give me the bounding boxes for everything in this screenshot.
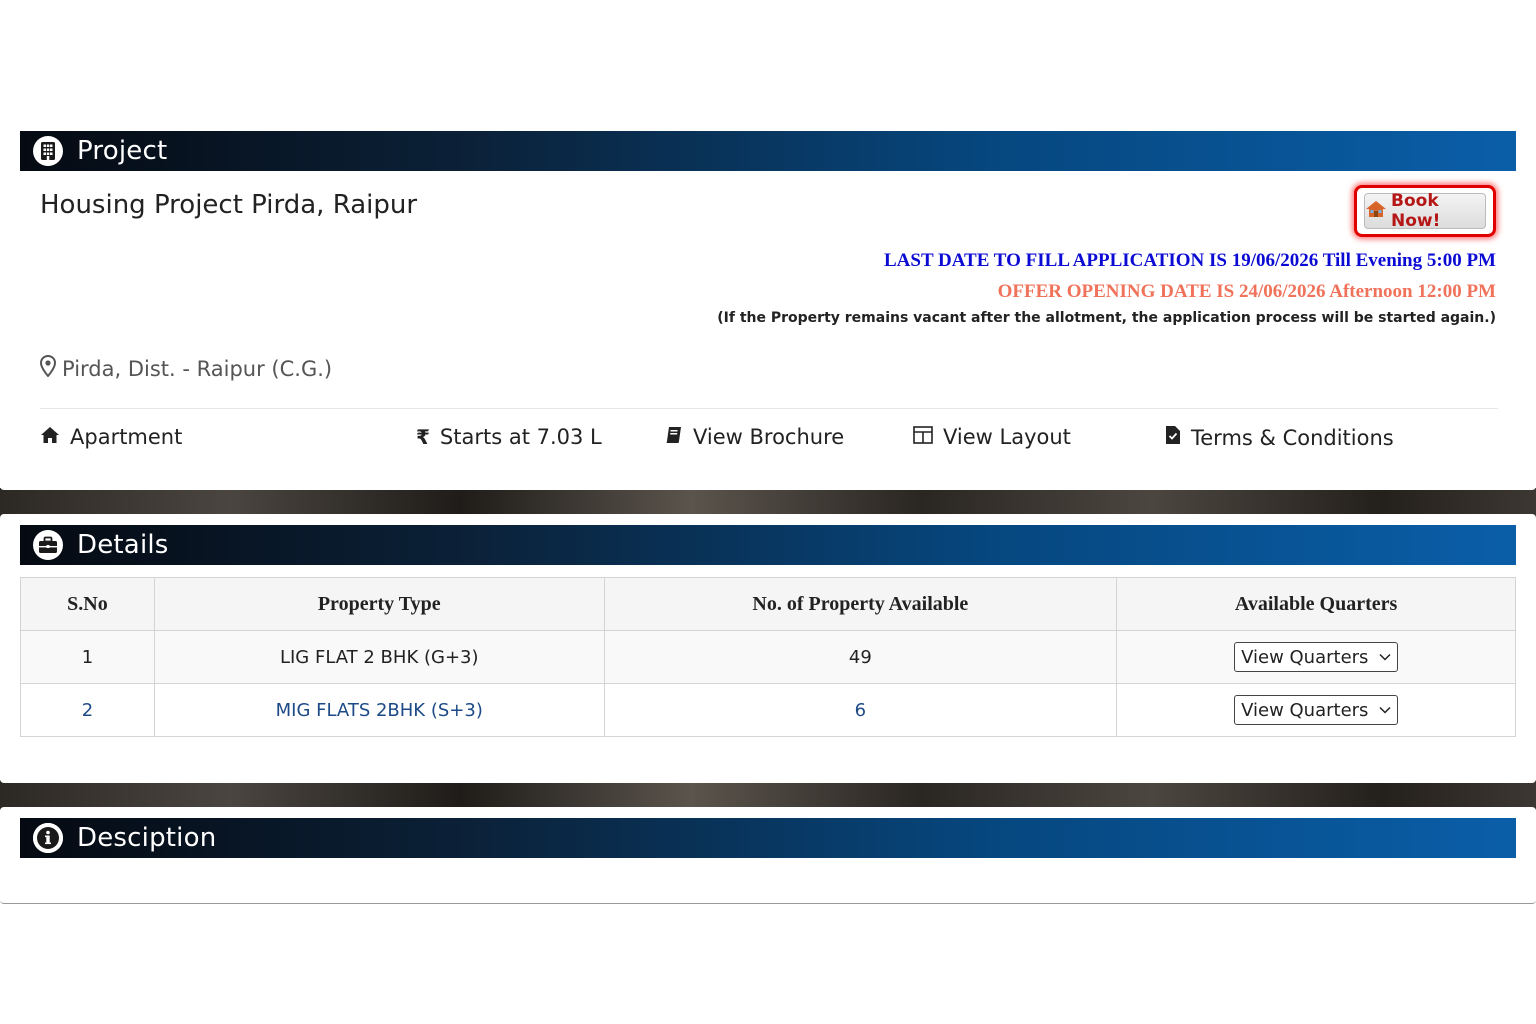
feature-apartment: Apartment <box>40 425 182 449</box>
column-header-available: No. of Property Available <box>603 577 1118 631</box>
view-brochure-label[interactable]: View Brochure <box>693 425 844 449</box>
divider <box>40 408 1498 409</box>
building-icon <box>33 136 63 166</box>
book-now-label: Book Now! <box>1391 191 1441 231</box>
feature-price-label: Starts at 7.03 L <box>439 425 602 449</box>
view-layout-link[interactable]: View Layout <box>913 425 1071 449</box>
view-layout-label[interactable]: View Layout <box>943 425 1071 449</box>
project-section-header: Project <box>20 131 1516 171</box>
cell-sno: 2 <box>20 683 155 737</box>
briefcase-icon <box>33 530 63 560</box>
section-title: Desciption <box>77 823 217 853</box>
section-title: Details <box>77 530 169 560</box>
chevron-down-icon <box>1379 703 1391 717</box>
feature-price: ₹ Starts at 7.03 L <box>416 425 602 449</box>
layout-icon <box>913 425 933 449</box>
column-header-sno: S.No <box>20 577 155 631</box>
cell-quarters: View Quarters <box>1116 630 1516 684</box>
view-quarters-select[interactable]: View Quarters <box>1234 695 1399 725</box>
rupee-icon: ₹ <box>416 425 430 449</box>
column-header-property-type: Property Type <box>153 577 605 631</box>
offer-opening-notice: OFFER OPENING DATE IS 24/06/2026 Afterno… <box>997 281 1496 302</box>
terms-conditions-label[interactable]: Terms & Conditions <box>1191 426 1394 450</box>
cell-sno: 1 <box>20 630 155 684</box>
select-value: View Quarters <box>1241 699 1369 721</box>
cell-property-type: LIG FLAT 2 BHK (G+3) <box>153 630 605 684</box>
description-section-header: Desciption <box>20 818 1516 858</box>
feature-apartment-label: Apartment <box>70 425 183 449</box>
project-location: Pirda, Dist. - Raipur (C.G.) <box>39 354 333 382</box>
table-row: 1 LIG FLAT 2 BHK (G+3) 49 View Quarters <box>20 630 1516 684</box>
background-image-strip <box>0 780 1536 810</box>
vacancy-note: (If the Property remains vacant after th… <box>717 310 1496 326</box>
cell-property-type: MIG FLATS 2BHK (S+3) <box>153 683 605 737</box>
table-row: 2 MIG FLATS 2BHK (S+3) 6 View Quarters <box>20 683 1516 737</box>
terms-conditions-link[interactable]: Terms & Conditions <box>1165 425 1394 450</box>
location-text: Pirda, Dist. - Raipur (C.G.) <box>62 356 333 381</box>
cell-quarters: View Quarters <box>1116 683 1516 737</box>
book-now-button-face[interactable]: Book Now! <box>1364 191 1486 231</box>
map-pin-icon <box>39 354 57 382</box>
cell-available: 6 <box>603 683 1118 737</box>
document-check-icon <box>1165 425 1181 450</box>
house-icon <box>1365 200 1387 223</box>
view-quarters-select[interactable]: View Quarters <box>1234 642 1399 672</box>
info-icon <box>33 823 63 853</box>
property-details-table: S.No Property Type No. of Property Avail… <box>20 577 1516 737</box>
book-icon <box>665 425 683 449</box>
home-icon <box>40 425 60 449</box>
view-brochure-link[interactable]: View Brochure <box>665 425 844 449</box>
select-value: View Quarters <box>1241 646 1369 668</box>
project-title: Housing Project Pirda, Raipur <box>40 190 418 220</box>
section-title: Project <box>77 136 168 166</box>
details-section-header: Details <box>20 525 1516 565</box>
column-header-quarters: Available Quarters <box>1116 577 1516 631</box>
last-date-notice: LAST DATE TO FILL APPLICATION IS 19/06/2… <box>883 250 1496 271</box>
book-now-button[interactable]: Book Now! <box>1354 185 1496 237</box>
table-header-row: S.No Property Type No. of Property Avail… <box>20 577 1516 631</box>
chevron-down-icon <box>1379 650 1391 664</box>
cell-available: 49 <box>603 630 1118 684</box>
